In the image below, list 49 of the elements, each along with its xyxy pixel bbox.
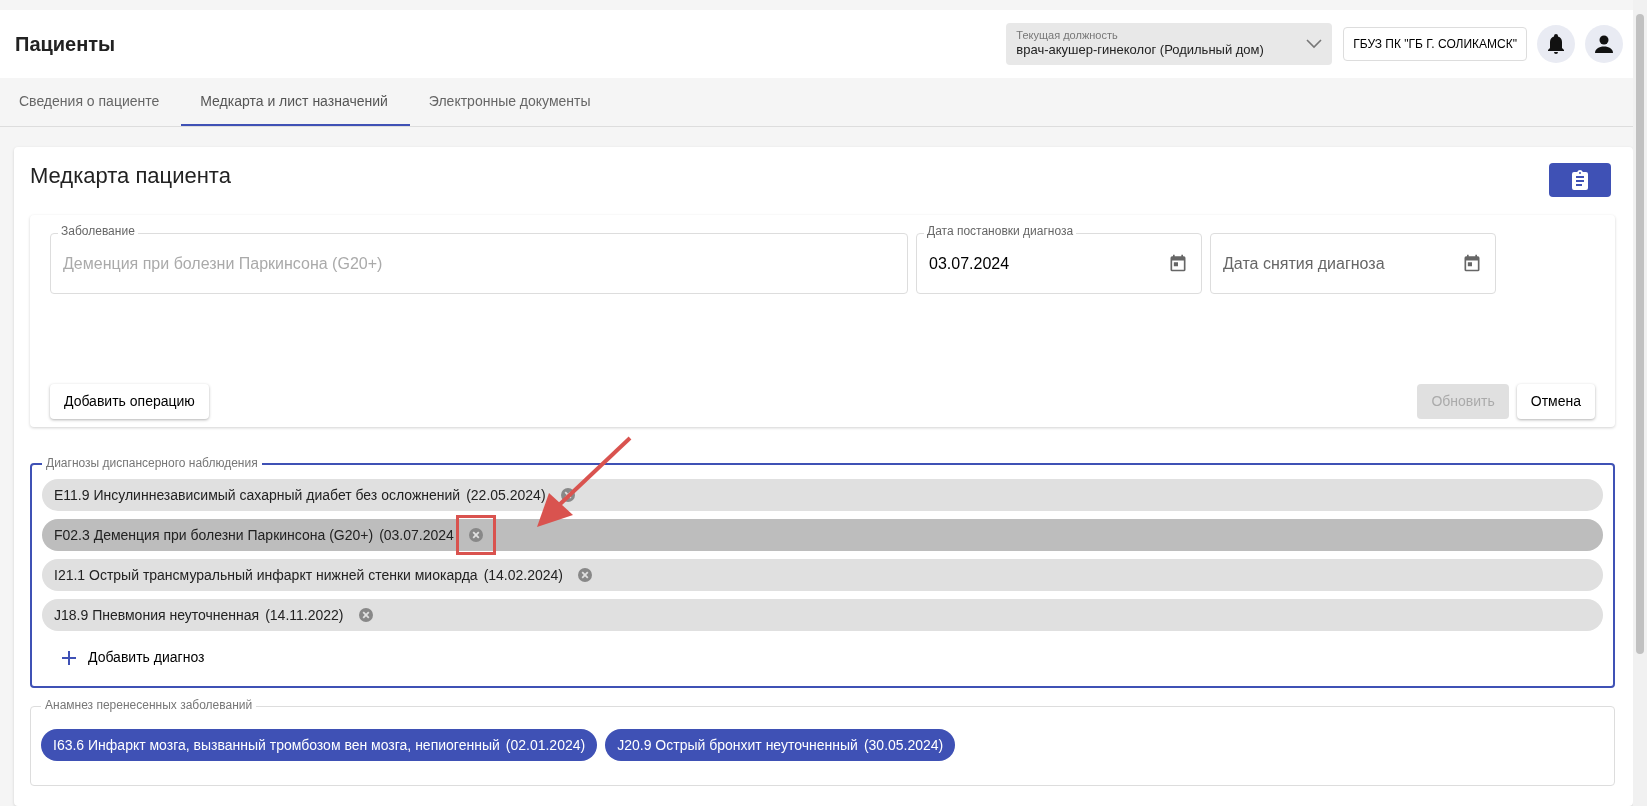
page-title: Пациенты [15,32,116,57]
input-field[interactable]: Дата снятия диагноза [1210,233,1496,294]
select-label: Текущая должность [1016,28,1119,43]
chip-date: (14.11.2022) [265,605,344,625]
remove-icon[interactable] [357,607,374,623]
chip-text: I63.6 Инфаркт мозга, вызванный тромбозом вен мозга, непиогенный [53,735,500,755]
organization-button[interactable]: ГБУЗ ПК "ГБ Г. СОЛИКАМСК" [1343,27,1527,61]
action-button[interactable]: Отмена [1516,384,1595,419]
position-select[interactable]: Текущая должность врач-акушер-гинеколог (Родильный дом) [1006,23,1333,65]
remove-icon[interactable] [577,567,594,583]
calendar-icon[interactable] [1462,253,1482,273]
chip-date: (14.02.2024) [483,565,564,585]
tab[interactable]: Электронные документы [409,78,613,126]
select-value: врач-акушер-гинеколог (Родильный дом) [1016,42,1265,60]
remove-icon[interactable] [467,527,484,543]
scrollbar[interactable] [1633,0,1647,806]
chip-date: (02.01.2024) [505,735,586,755]
group-legend: Диагнозы диспансерного наблюдения [42,456,262,472]
add-diagnosis-button[interactable]: Добавить диагноз [42,639,225,676]
plus-icon [62,650,76,665]
diagnosis-chip[interactable]: I21.1 Острый трансмуральный инфаркт нижней стенки миокарда (14.02.2024) [42,559,1603,591]
bell-icon [1546,33,1566,55]
notifications-button[interactable] [1537,25,1575,63]
chevron-down-icon [1306,39,1323,49]
chip-text: J18.9 Пневмония неуточненная [54,605,260,625]
person-icon [1593,33,1615,55]
chip-text: E11.9 Инсулиннезависимый сахарный диабет без осложнений [54,485,461,505]
chip-text: F02.3 Деменция при болезни Паркинсона (G20+) [54,525,374,545]
history-chip[interactable]: I63.6 Инфаркт мозга, вызванный тромбозом вен мозга, непиогенный (02.01.2024) [41,729,598,761]
chip-date: (30.05.2024) [863,735,944,755]
account-button[interactable] [1585,25,1623,63]
remove-icon[interactable] [559,487,576,503]
field-label: Заболевание [58,225,138,237]
card-title: Медкарта пациента [30,162,231,190]
clipboard-icon [1572,170,1588,190]
action-button[interactable]: Добавить операцию [50,384,209,419]
clipboard-button[interactable] [1549,163,1611,197]
group-legend: Анамнез перенесенных заболеваний [41,698,257,714]
history-chip[interactable]: J20.9 Острый бронхит неуточненный (30.05.2024) [605,729,956,761]
calendar-icon[interactable] [1168,253,1188,273]
diagnosis-chip[interactable]: J18.9 Пневмония неуточненная (14.11.2022) [42,599,1603,631]
tab[interactable]: Медкарта и лист назначений [181,78,410,126]
field-label: Дата постановки диагноза [924,225,1077,237]
chip-text: J20.9 Острый бронхит неуточненный [617,735,858,755]
tab[interactable]: Сведения о пациенте [0,78,182,126]
chip-text: I21.1 Острый трансмуральный инфаркт нижней стенки миокарда [54,565,478,585]
chip-date: (03.07.2024 [379,525,454,545]
diagnosis-chip[interactable]: E11.9 Инсулиннезависимый сахарный диабет без осложнений (22.05.2024) [42,479,1603,511]
chip-date: (22.05.2024) [466,485,546,505]
